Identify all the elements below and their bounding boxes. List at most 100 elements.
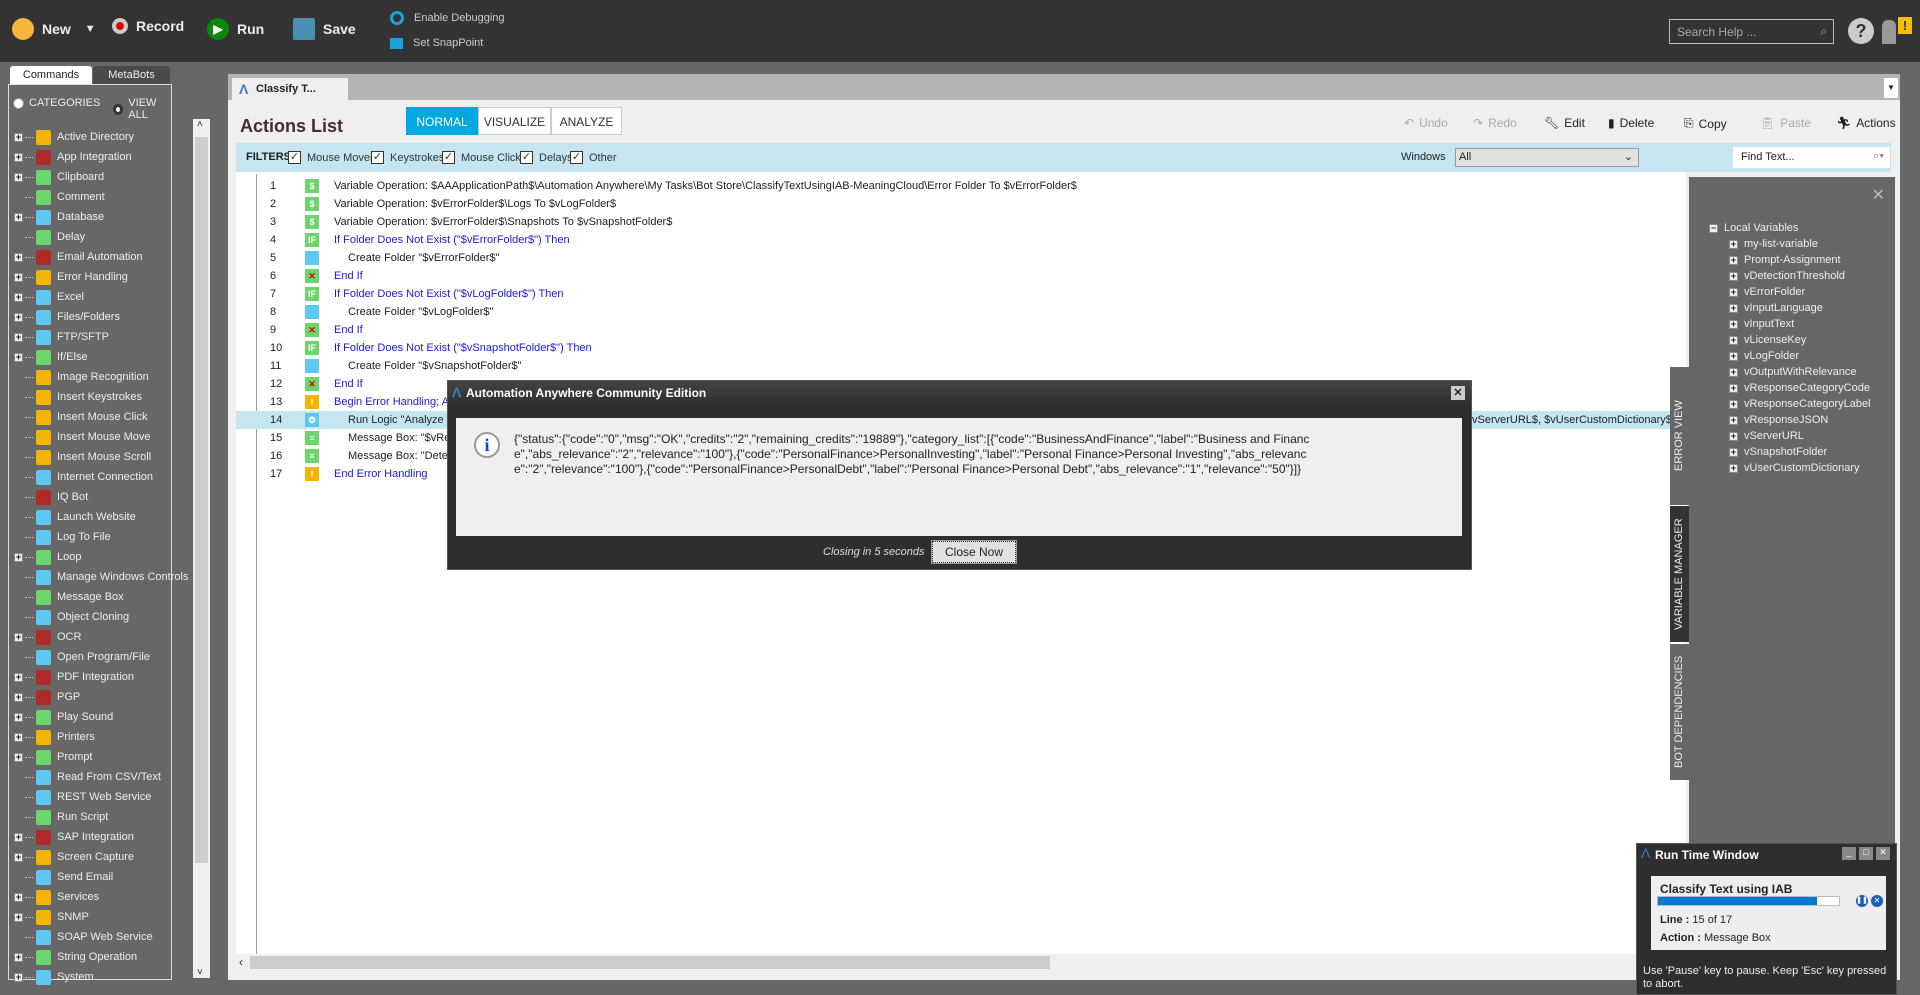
command-clipboard[interactable]: + Clipboard xyxy=(14,167,104,187)
dialog-close-button[interactable]: ✕ xyxy=(1451,386,1465,400)
command-insert-mouse-scroll[interactable]: Insert Mouse Scroll xyxy=(14,447,151,467)
action-row[interactable]: 11 Create Folder "$vSnapshotFolder$" xyxy=(236,357,1686,375)
mode-analyze[interactable]: ANALYZE xyxy=(551,107,622,135)
close-icon[interactable]: ✕ xyxy=(1872,185,1885,205)
checkbox-checked-icon[interactable]: ✓ xyxy=(288,151,301,164)
command-insert-mouse-move[interactable]: Insert Mouse Move xyxy=(14,427,151,447)
pause-icon[interactable]: ❚❚ xyxy=(1856,895,1868,907)
command-read-from-csv-text[interactable]: Read From CSV/Text xyxy=(14,767,161,787)
command-comment[interactable]: Comment xyxy=(14,187,105,207)
scroll-down-icon[interactable]: ˅ xyxy=(197,967,203,978)
command-soap-web-service[interactable]: SOAP Web Service xyxy=(14,927,153,947)
command-if-else[interactable]: + If/Else xyxy=(14,347,88,367)
variable-item[interactable]: + my-list-variable xyxy=(1729,238,1818,250)
expand-icon[interactable]: + xyxy=(1729,367,1738,377)
commands-scrollbar[interactable]: ˄ ˅ xyxy=(193,119,210,978)
action-row[interactable]: 8 Create Folder "$vLogFolder$" xyxy=(236,303,1686,321)
action-row[interactable]: 4 IF If Folder Does Not Exist ("$vErrorFol… xyxy=(236,231,1686,249)
expand-icon[interactable]: + xyxy=(14,832,23,842)
expand-icon[interactable]: + xyxy=(14,312,23,322)
search-help-input[interactable]: Search Help ... ⌕ xyxy=(1669,19,1834,44)
scroll-thumb[interactable] xyxy=(250,956,1050,969)
record-button[interactable]: Record xyxy=(112,18,184,34)
variable-item[interactable]: + vResponseJSON xyxy=(1729,414,1828,426)
command-log-to-file[interactable]: Log To File xyxy=(14,527,111,547)
mode-normal[interactable]: NORMAL xyxy=(406,107,478,135)
expand-icon[interactable]: + xyxy=(14,632,23,642)
filter-mouse-moves[interactable]: ✓ Mouse Moves xyxy=(288,151,375,164)
expand-icon[interactable]: + xyxy=(14,152,23,162)
variable-item[interactable]: + vServerURL xyxy=(1729,430,1804,442)
variable-item[interactable]: + vResponseCategoryCode xyxy=(1729,382,1870,394)
variable-item[interactable]: + vDetectionThreshold xyxy=(1729,270,1845,282)
run-button[interactable]: ▶ Run xyxy=(207,18,264,40)
command-database[interactable]: + Database xyxy=(14,207,104,227)
collapse-icon[interactable]: − xyxy=(1709,223,1718,233)
command-iq-bot[interactable]: IQ Bot xyxy=(14,487,88,507)
expand-icon[interactable]: + xyxy=(1729,351,1738,361)
scroll-thumb[interactable] xyxy=(195,137,208,863)
delete-button[interactable]: ▮ Delete xyxy=(1608,116,1654,130)
document-tab[interactable]: Λ Classify T... xyxy=(232,78,348,100)
user-icon[interactable] xyxy=(1882,20,1896,44)
checkbox-checked-icon[interactable]: ✓ xyxy=(570,151,583,164)
checkbox-checked-icon[interactable]: ✓ xyxy=(371,151,384,164)
tab-metabots[interactable]: MetaBots xyxy=(93,66,170,84)
command-pdf-integration[interactable]: + PDF Integration xyxy=(14,667,134,687)
command-app-integration[interactable]: + App Integration xyxy=(14,147,132,167)
command-delay[interactable]: Delay xyxy=(14,227,85,247)
command-ocr[interactable]: + OCR xyxy=(14,627,81,647)
expand-icon[interactable]: + xyxy=(1729,239,1738,249)
variable-item[interactable]: + vErrorFolder xyxy=(1729,286,1805,298)
variable-item[interactable]: + Prompt-Assignment xyxy=(1729,254,1841,266)
command-open-program-file[interactable]: Open Program/File xyxy=(14,647,150,667)
expand-icon[interactable]: + xyxy=(1729,463,1738,473)
action-row[interactable]: 10 IF If Folder Does Not Exist ("$vSnapsho… xyxy=(236,339,1686,357)
expand-icon[interactable]: + xyxy=(1729,447,1738,457)
command-string-operation[interactable]: + String Operation xyxy=(14,947,137,967)
command-message-box[interactable]: Message Box xyxy=(14,587,124,607)
action-row[interactable]: 9 ✕ End If xyxy=(236,321,1686,339)
expand-icon[interactable]: + xyxy=(1729,255,1738,265)
redo-button[interactable]: ↷ Redo xyxy=(1473,116,1517,130)
local-variables-node[interactable]: − Local Variables xyxy=(1709,222,1798,234)
command-send-email[interactable]: Send Email xyxy=(14,867,113,887)
command-insert-keystrokes[interactable]: Insert Keystrokes xyxy=(14,387,142,407)
expand-icon[interactable]: + xyxy=(1729,399,1738,409)
expand-icon[interactable]: + xyxy=(1729,271,1738,281)
checkbox-checked-icon[interactable]: ✓ xyxy=(520,151,533,164)
close-now-button[interactable]: Close Now xyxy=(931,540,1017,564)
tab-commands[interactable]: Commands xyxy=(10,66,92,84)
action-row[interactable]: 1 $ Variable Operation: $AAApplicationPath… xyxy=(236,177,1686,195)
horizontal-scrollbar[interactable]: ‹ xyxy=(236,954,1686,971)
scroll-left-icon[interactable]: ‹ xyxy=(239,955,243,969)
radio-categories[interactable]: CATEGORIES xyxy=(13,97,100,109)
command-files-folders[interactable]: + Files/Folders xyxy=(14,307,120,327)
command-snmp[interactable]: + SNMP xyxy=(14,907,89,927)
expand-icon[interactable]: + xyxy=(14,552,23,562)
variable-item[interactable]: + vResponseCategoryLabel xyxy=(1729,398,1871,410)
variable-item[interactable]: + vUserCustomDictionary xyxy=(1729,462,1860,474)
expand-icon[interactable]: + xyxy=(14,272,23,282)
expand-icon[interactable]: + xyxy=(14,352,23,362)
expand-icon[interactable]: + xyxy=(14,852,23,862)
expand-icon[interactable]: + xyxy=(14,732,23,742)
command-active-directory[interactable]: + Active Directory xyxy=(14,127,134,147)
expand-icon[interactable]: + xyxy=(14,912,23,922)
tab-list-dropdown[interactable]: ▼ xyxy=(1884,78,1898,98)
new-button[interactable]: New ▼ xyxy=(12,18,96,40)
action-row[interactable]: 3 $ Variable Operation: $vErrorFolder$\Sna… xyxy=(236,213,1686,231)
command-printers[interactable]: + Printers xyxy=(14,727,95,747)
expand-icon[interactable]: + xyxy=(14,332,23,342)
command-pgp[interactable]: + PGP xyxy=(14,687,80,707)
command-ftp-sftp[interactable]: + FTP/SFTP xyxy=(14,327,109,347)
expand-icon[interactable]: + xyxy=(14,972,23,982)
command-object-cloning[interactable]: Object Cloning xyxy=(14,607,129,627)
paste-button[interactable]: 📋︎ Paste xyxy=(1760,116,1811,130)
filter-other[interactable]: ✓ Other xyxy=(570,151,617,164)
variable-item[interactable]: + vInputText xyxy=(1729,318,1794,330)
expand-icon[interactable]: + xyxy=(14,672,23,682)
action-row[interactable]: 7 IF If Folder Does Not Exist ("$vLogFolde… xyxy=(236,285,1686,303)
command-run-script[interactable]: Run Script xyxy=(14,807,108,827)
radio-view-all[interactable]: VIEW ALL xyxy=(113,97,171,121)
